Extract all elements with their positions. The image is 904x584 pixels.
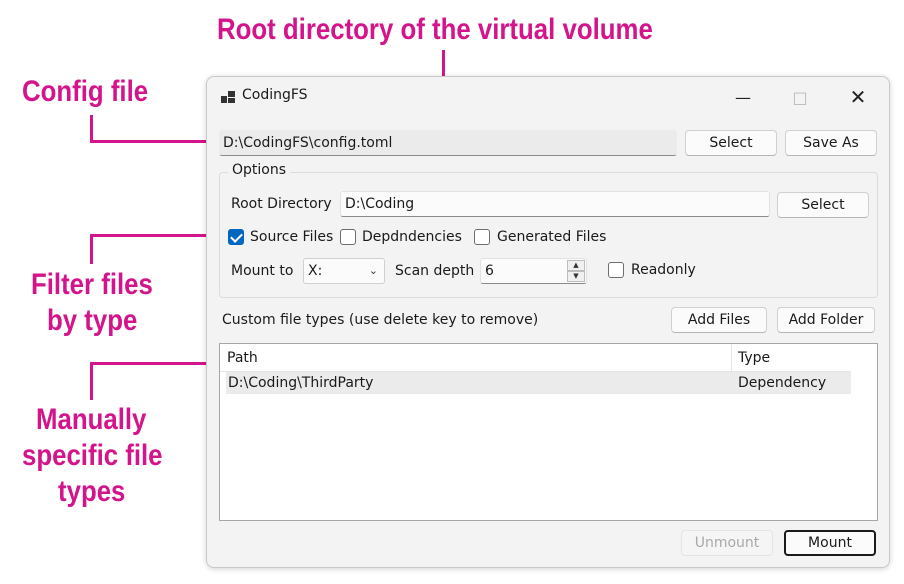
readonly-checkbox[interactable] bbox=[608, 262, 624, 278]
minimize-icon[interactable]: — bbox=[720, 77, 766, 117]
scan-depth-label: Scan depth bbox=[395, 263, 475, 279]
scan-depth-spin-buttons[interactable]: ▲ ▼ bbox=[567, 260, 585, 282]
generated-files-label[interactable]: Generated Files bbox=[497, 229, 606, 245]
annotation-manual-line-h bbox=[90, 362, 216, 365]
spin-up-icon[interactable]: ▲ bbox=[567, 260, 585, 271]
generated-files-checkbox[interactable] bbox=[474, 229, 490, 245]
custom-types-list[interactable]: Path Type D:\Coding\ThirdParty Dependenc… bbox=[219, 343, 878, 521]
custom-types-label: Custom file types (use delete key to rem… bbox=[222, 312, 539, 328]
unmount-button[interactable]: Unmount bbox=[681, 530, 773, 556]
window-title: CodingFS bbox=[242, 87, 308, 103]
annotation-manual-line1: Manually bbox=[36, 403, 147, 436]
mount-to-select[interactable]: X: ⌄ bbox=[303, 258, 385, 284]
root-directory-select-button[interactable]: Select bbox=[777, 192, 869, 218]
readonly-label[interactable]: Readonly bbox=[631, 262, 696, 278]
row-path: D:\Coding\ThirdParty bbox=[228, 375, 374, 391]
spin-down-icon[interactable]: ▼ bbox=[567, 271, 585, 282]
config-path-field[interactable]: D:\CodingFS\config.toml bbox=[219, 130, 677, 156]
title-bar[interactable]: CodingFS — □ ✕ bbox=[207, 77, 889, 117]
source-files-checkbox[interactable] bbox=[228, 229, 244, 245]
annotation-config-file: Config file bbox=[22, 75, 149, 108]
annotation-filter-line-h bbox=[90, 234, 222, 237]
app-icon bbox=[221, 91, 235, 103]
list-header: Path Type bbox=[220, 344, 851, 372]
add-files-button[interactable]: Add Files bbox=[671, 307, 767, 333]
annotation-filter-line-v bbox=[90, 234, 93, 264]
scan-depth-value: 6 bbox=[485, 263, 494, 279]
table-row[interactable]: D:\Coding\ThirdParty Dependency bbox=[226, 372, 851, 394]
maximize-icon[interactable]: □ bbox=[777, 77, 823, 117]
annotation-config-file-line-h bbox=[90, 140, 216, 143]
config-select-button[interactable]: Select bbox=[685, 130, 777, 156]
root-directory-label: Root Directory bbox=[231, 196, 332, 212]
chevron-down-icon: ⌄ bbox=[368, 264, 378, 277]
row-type: Dependency bbox=[738, 375, 827, 391]
column-header-type[interactable]: Type bbox=[731, 344, 770, 372]
config-save-as-button[interactable]: Save As bbox=[785, 130, 877, 156]
annotation-manual-line2: specific file bbox=[22, 439, 163, 472]
annotation-manual-line3: types bbox=[58, 475, 126, 508]
annotation-root-directory: Root directory of the virtual volume bbox=[217, 13, 653, 46]
dependencies-label[interactable]: Depdndencies bbox=[362, 229, 462, 245]
mount-to-value: X: bbox=[308, 263, 323, 279]
annotation-filter-line2: by type bbox=[47, 304, 138, 337]
root-directory-input[interactable]: D:\Coding bbox=[340, 191, 770, 217]
dependencies-checkbox[interactable] bbox=[340, 229, 356, 245]
add-folder-button[interactable]: Add Folder bbox=[777, 307, 875, 333]
codingfs-window: CodingFS — □ ✕ D:\CodingFS\config.toml S… bbox=[206, 76, 890, 568]
close-icon[interactable]: ✕ bbox=[835, 77, 881, 117]
source-files-label[interactable]: Source Files bbox=[250, 229, 333, 245]
options-group: Options Root Directory D:\Coding Select … bbox=[219, 162, 878, 298]
scan-depth-stepper[interactable]: 6 ▲ ▼ bbox=[480, 258, 587, 284]
annotation-filter-line1: Filter files bbox=[31, 268, 153, 301]
options-legend: Options bbox=[228, 162, 291, 178]
mount-to-label: Mount to bbox=[231, 263, 294, 279]
mount-button[interactable]: Mount bbox=[784, 530, 876, 556]
annotation-manual-line-v bbox=[90, 362, 93, 400]
annotation-config-file-line-v bbox=[90, 115, 93, 143]
column-header-path[interactable]: Path bbox=[220, 344, 258, 372]
